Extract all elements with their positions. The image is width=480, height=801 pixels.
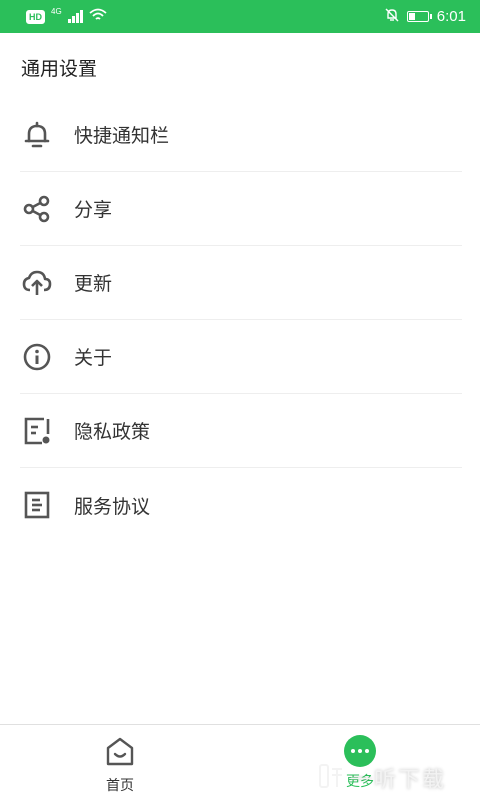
hd-badge: HD	[26, 9, 45, 24]
info-icon	[20, 340, 54, 374]
status-bar: HD 4G 6:01	[0, 0, 480, 33]
menu-item-about[interactable]: 关于	[20, 320, 462, 394]
menu-item-service-agreement[interactable]: 服务协议	[20, 468, 462, 542]
watermark-text: 一听下载	[350, 768, 447, 793]
menu-item-update[interactable]: 更新	[20, 246, 462, 320]
status-time: 6:01	[436, 8, 466, 25]
privacy-document-icon	[20, 414, 54, 448]
status-left: HD 4G	[26, 7, 107, 26]
menu-label: 快捷通知栏	[74, 125, 170, 147]
page-title: 通用设置	[21, 58, 98, 80]
wifi-icon	[89, 7, 107, 26]
notification-off-icon	[385, 7, 399, 26]
menu-item-notification-bar[interactable]: 快捷通知栏	[20, 98, 462, 172]
tab-home-label: 首页	[106, 778, 134, 794]
settings-menu: 快捷通知栏 分享 更新 关于 隐私政策 服务协议	[20, 98, 462, 542]
menu-label: 隐私政策	[74, 421, 151, 443]
share-icon	[20, 192, 54, 226]
network-type: 4G	[51, 7, 62, 16]
signal-icon	[67, 10, 83, 23]
agreement-document-icon	[20, 488, 54, 522]
menu-label: 分享	[74, 199, 113, 221]
menu-item-privacy-policy[interactable]: 隐私政策	[20, 394, 462, 468]
menu-label: 更新	[74, 273, 113, 295]
menu-label: 服务协议	[74, 495, 151, 518]
home-icon	[104, 735, 136, 771]
watermark-logo-icon	[318, 761, 344, 795]
bell-icon	[20, 118, 54, 152]
battery-icon	[406, 11, 432, 22]
watermark: 一听下载	[318, 756, 480, 800]
cloud-upload-icon	[20, 266, 54, 300]
tab-home[interactable]: 首页	[80, 735, 160, 795]
battery-level	[408, 13, 415, 20]
status-right: 6:01	[385, 7, 466, 26]
menu-label: 关于	[74, 347, 113, 369]
menu-item-share[interactable]: 分享	[20, 172, 462, 246]
